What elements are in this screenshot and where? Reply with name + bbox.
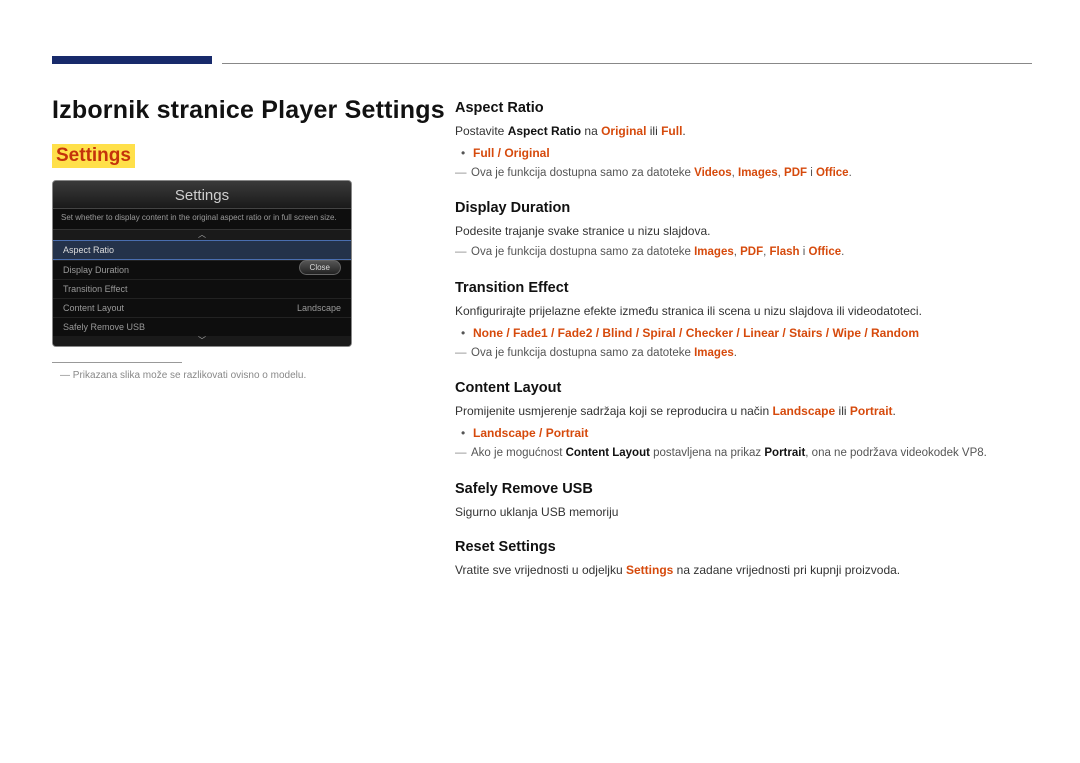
display-duration-text: Podesite trajanje svake stranice u nizu … bbox=[455, 222, 1032, 240]
mock-row-label: Aspect Ratio bbox=[63, 245, 114, 255]
aspect-ratio-text: Postavite Aspect Ratio na Original ili F… bbox=[455, 122, 1032, 140]
settings-highlight: Settings bbox=[52, 144, 135, 168]
mock-row-label: Safely Remove USB bbox=[63, 322, 145, 332]
mock-row-value: Landscape bbox=[297, 303, 341, 313]
mock-list: ︿ Aspect Ratio Display Duration Transiti… bbox=[53, 229, 351, 346]
mock-row-content-layout: Content Layout Landscape bbox=[53, 298, 351, 317]
heading-display-duration: Display Duration bbox=[455, 200, 1032, 216]
chevron-up-icon: ︿ bbox=[53, 230, 351, 240]
aspect-ratio-note: Ova je funkcija dostupna samo za datotek… bbox=[455, 165, 1032, 182]
mock-caption: ― Prikazana slika može se razlikovati ov… bbox=[60, 370, 306, 381]
mock-row-label: Display Duration bbox=[63, 265, 129, 275]
transition-effect-note: Ova je funkcija dostupna samo za datotek… bbox=[455, 345, 1032, 362]
transition-effect-text: Konfigurirajte prijelazne efekte između … bbox=[455, 302, 1032, 320]
heading-safely-remove-usb: Safely Remove USB bbox=[455, 481, 1032, 497]
mock-title: Settings bbox=[53, 181, 351, 209]
content-layout-text: Promijenite usmjerenje sadržaja koji se … bbox=[455, 402, 1032, 420]
header-accent-bar bbox=[52, 56, 212, 64]
content-layout-note: Ako je mogućnost Content Layout postavlj… bbox=[455, 445, 1032, 462]
safely-remove-usb-text: Sigurno uklanja USB memoriju bbox=[455, 503, 1032, 521]
mock-row-safely-remove: Safely Remove USB bbox=[53, 317, 351, 336]
reset-settings-text: Vratite sve vrijednosti u odjeljku Setti… bbox=[455, 561, 1032, 579]
heading-transition-effect: Transition Effect bbox=[455, 280, 1032, 296]
content-column: Aspect Ratio Postavite Aspect Ratio na O… bbox=[455, 100, 1032, 583]
mock-description: Set whether to display content in the or… bbox=[53, 209, 351, 229]
content-layout-options: Landscape / Portrait bbox=[473, 424, 1032, 443]
settings-mock-window: Settings Set whether to display content … bbox=[52, 180, 352, 347]
mock-caption-text: Prikazana slika može se razlikovati ovis… bbox=[73, 370, 306, 381]
transition-effect-options: None / Fade1 / Fade2 / Blind / Spiral / … bbox=[473, 324, 1032, 343]
mock-row-label: Content Layout bbox=[63, 303, 124, 313]
aspect-ratio-options: Full / Original bbox=[473, 144, 1032, 163]
chevron-down-icon: ﹀ bbox=[53, 336, 351, 346]
mock-caption-rule bbox=[52, 362, 182, 363]
heading-content-layout: Content Layout bbox=[455, 380, 1032, 396]
mock-row-transition-effect: Transition Effect bbox=[53, 279, 351, 298]
mock-row-label: Transition Effect bbox=[63, 284, 128, 294]
page-title: Izbornik stranice Player Settings bbox=[52, 96, 445, 125]
heading-aspect-ratio: Aspect Ratio bbox=[455, 100, 1032, 116]
mock-row-aspect-ratio: Aspect Ratio bbox=[53, 240, 351, 260]
display-duration-note: Ova je funkcija dostupna samo za datotek… bbox=[455, 244, 1032, 261]
heading-reset-settings: Reset Settings bbox=[455, 539, 1032, 555]
header-rule bbox=[222, 63, 1032, 64]
close-button: Close bbox=[299, 260, 341, 275]
